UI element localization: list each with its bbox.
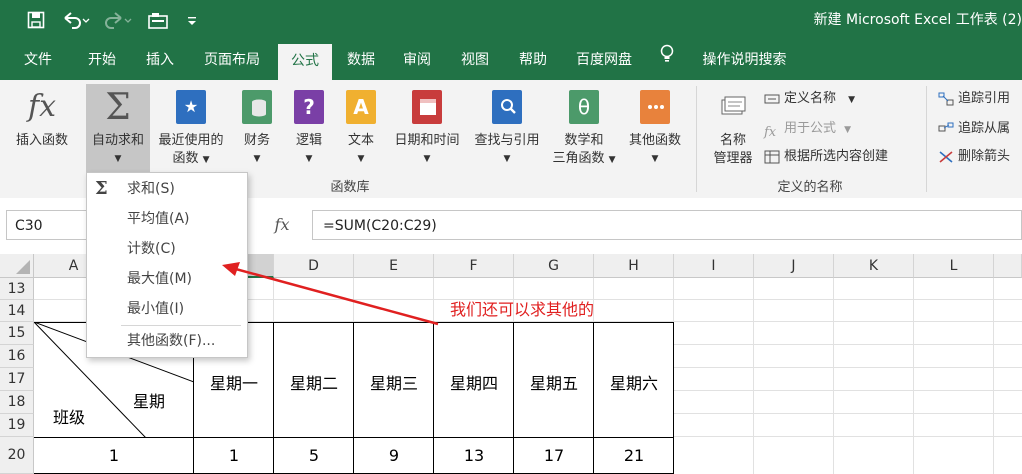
annotation-text: 我们还可以求其他的 bbox=[450, 300, 595, 319]
annotation-arrow bbox=[222, 262, 439, 326]
